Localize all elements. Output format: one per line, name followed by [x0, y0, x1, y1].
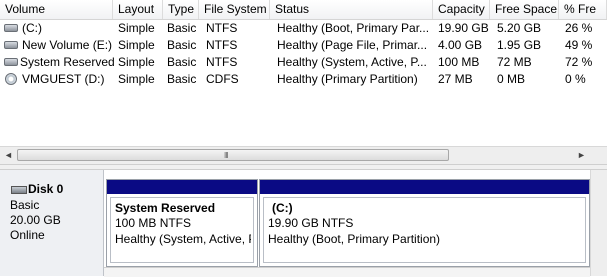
disk-kind: Basic [10, 198, 40, 212]
partition-body: (C:) 19.90 GB NTFS Healthy (Boot, Primar… [263, 197, 586, 263]
volume-layout: Simple [118, 55, 155, 69]
disk-icon [4, 41, 18, 49]
column-header-row: Volume Layout Type File System Status Ca… [0, 0, 607, 20]
volume-free-space: 5.20 GB [497, 21, 542, 35]
volume-status: Healthy (Page File, Primar... [277, 38, 428, 52]
disk-icon [11, 186, 27, 194]
volume-capacity: 100 MB [438, 55, 480, 69]
horizontal-scrollbar[interactable]: ◄ III ► [0, 146, 607, 164]
volume-free-space: 72 MB [497, 55, 532, 69]
volume-file-system: NTFS [206, 55, 238, 69]
table-row[interactable]: System Reserved Simple Basic NTFS Health… [0, 54, 607, 70]
volume-name: New Volume (E:) [22, 38, 113, 52]
volume-capacity: 27 MB [438, 72, 473, 86]
volume-status: Healthy (System, Active, P... [277, 55, 427, 69]
partition-title: (C:) [272, 201, 293, 215]
partition-system-reserved[interactable]: System Reserved 100 MB NTFS Healthy (Sys… [106, 179, 258, 267]
partition-size: 19.90 GB NTFS [268, 216, 354, 230]
column-header-capacity[interactable]: Capacity [433, 0, 490, 19]
table-row[interactable]: (C:) Simple Basic NTFS Healthy (Boot, Pr… [0, 20, 607, 36]
volume-type: Basic [167, 72, 197, 86]
volume-capacity: 19.90 GB [438, 21, 489, 35]
scroll-grip-icon: III [224, 151, 229, 160]
volume-type: Basic [167, 38, 197, 52]
volume-status: Healthy (Primary Partition) [277, 72, 418, 86]
volume-file-system: CDFS [206, 72, 239, 86]
table-row[interactable]: VMGUEST (D:) Simple Basic CDFS Healthy (… [0, 71, 607, 87]
volume-free-space: 1.95 GB [497, 38, 542, 52]
disk-map: Disk 0 Basic 20.00 GB Online System Rese… [0, 170, 607, 277]
disk-state: Online [10, 228, 45, 242]
column-header-volume[interactable]: Volume [0, 0, 113, 19]
partition-c[interactable]: (C:) 19.90 GB NTFS Healthy (Boot, Primar… [259, 179, 590, 267]
volume-percent-free: 26 % [565, 21, 593, 35]
volume-name: System Reserved [20, 55, 115, 69]
scroll-thumb[interactable]: III [17, 149, 449, 161]
partition-title: System Reserved [115, 201, 216, 215]
volume-free-space: 0 MB [497, 72, 526, 86]
volume-percent-free: 72 % [565, 55, 593, 69]
partition-status: Healthy (System, Active, P [115, 232, 251, 246]
volume-type: Basic [167, 55, 197, 69]
cd-icon [5, 73, 17, 85]
column-header-free-space[interactable]: Free Space [490, 0, 559, 19]
column-header-type[interactable]: Type [163, 0, 199, 19]
volume-file-system: NTFS [206, 38, 238, 52]
volume-layout: Simple [118, 72, 155, 86]
partition-bar [107, 180, 257, 194]
volume-list[interactable]: Volume Layout Type File System Status Ca… [0, 0, 607, 148]
volume-percent-free: 0 % [565, 72, 586, 86]
volume-status: Healthy (Boot, Primary Par... [277, 21, 430, 35]
disk-name: Disk 0 [28, 182, 64, 196]
table-row[interactable]: New Volume (E:) Simple Basic NTFS Health… [0, 37, 607, 53]
volume-capacity: 4.00 GB [438, 38, 483, 52]
disk-icon [4, 24, 18, 32]
volume-layout: Simple [118, 21, 155, 35]
column-header-file-system[interactable]: File System [199, 0, 270, 19]
column-header-status[interactable]: Status [270, 0, 433, 19]
column-header-percent-free[interactable]: % Fre [559, 0, 607, 19]
volume-file-system: NTFS [206, 21, 238, 35]
volume-type: Basic [167, 21, 197, 35]
volume-name: (C:) [22, 21, 42, 35]
partition-body: System Reserved 100 MB NTFS Healthy (Sys… [110, 197, 254, 263]
scroll-left-button[interactable]: ◄ [0, 147, 17, 164]
volume-percent-free: 49 % [565, 38, 593, 52]
column-header-layout[interactable]: Layout [113, 0, 163, 19]
partition-size: 100 MB NTFS [115, 216, 192, 230]
disk-size: 20.00 GB [10, 213, 61, 227]
disk-info-panel[interactable]: Disk 0 Basic 20.00 GB Online [0, 170, 104, 276]
scroll-right-button[interactable]: ► [573, 147, 590, 164]
vertical-scrollbar[interactable] [590, 170, 607, 276]
volume-name: VMGUEST (D:) [22, 72, 105, 86]
disk-icon [4, 58, 18, 66]
partition-status: Healthy (Boot, Primary Partition) [268, 232, 441, 246]
volume-layout: Simple [118, 38, 155, 52]
partition-bar [260, 180, 589, 194]
